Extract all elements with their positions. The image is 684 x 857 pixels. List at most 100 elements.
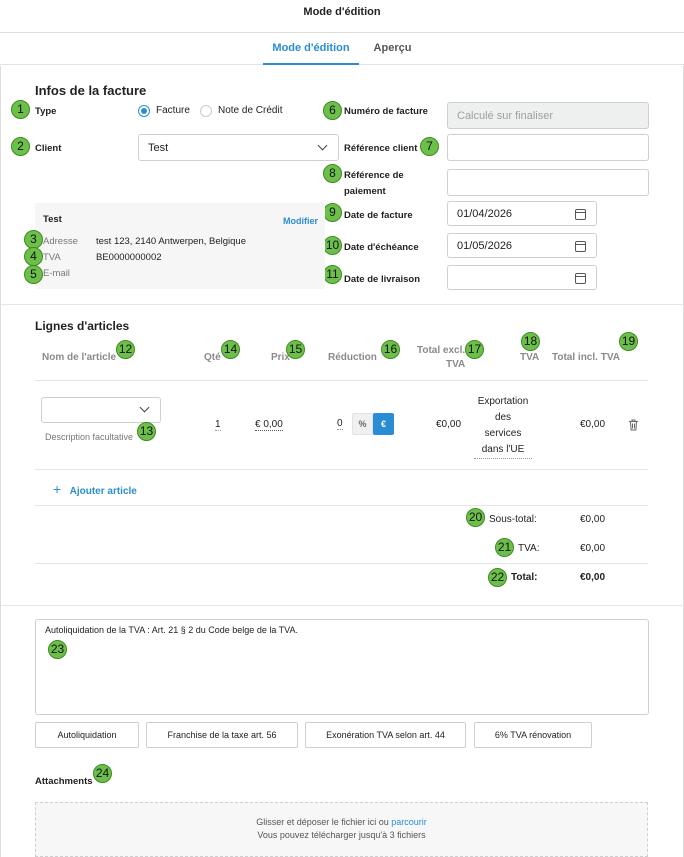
file-dropzone[interactable]: Glisser et déposer le fichier ici ou par… (35, 802, 648, 857)
grand-total-value: €0,00 (580, 572, 606, 583)
add-article-button[interactable]: + Ajouter article (53, 481, 137, 497)
badge-24: 24 (93, 764, 112, 783)
plus-icon: + (53, 481, 62, 497)
payment-reference-label-1: Référence de (344, 170, 404, 181)
badge-4: 4 (24, 247, 43, 266)
badge-23: 23 (48, 640, 67, 659)
qty-field[interactable]: 1 (215, 419, 221, 431)
col-qty: Qté (204, 352, 221, 363)
row-vat-line-2: des (494, 412, 512, 423)
reverse-charge-button[interactable]: Autoliquidation (35, 722, 139, 748)
vat-total-value: €0,00 (580, 543, 606, 554)
row-total-incl: €0,00 (580, 419, 606, 430)
client-vat-label: TVA (43, 252, 61, 263)
client-address-label: Adresse (43, 236, 78, 247)
badge-13: 13 (137, 422, 156, 441)
calendar-icon[interactable] (575, 209, 586, 220)
badge-12: 12 (116, 340, 135, 359)
calendar-icon[interactable] (575, 241, 586, 252)
dropzone-limit: Vous pouvez télécharger jusqu'à 3 fichie… (257, 830, 426, 840)
payment-reference-field[interactable] (447, 169, 649, 196)
subtotal-label: Sous-total: (489, 514, 537, 525)
client-select-value: Test (148, 141, 169, 154)
badge-2: 2 (11, 137, 30, 156)
article-select[interactable] (41, 397, 161, 423)
add-article-label: Ajouter article (69, 486, 137, 497)
client-card-name: Test (43, 214, 62, 225)
badge-15: 15 (286, 340, 305, 359)
badge-8: 8 (323, 164, 342, 183)
row-vat-line-1: Exportation (477, 396, 529, 407)
radio-credit-note-label[interactable]: Note de Crédit (218, 105, 282, 116)
dropzone-line-1: Glisser et déposer le fichier ici ou par… (36, 817, 647, 827)
notes-text: Autoliquidation de la TVA : Art. 21 § 2 … (45, 625, 299, 635)
badge-6: 6 (323, 101, 342, 120)
page-header: Mode d'édition (0, 0, 684, 33)
due-date-field[interactable]: 01/05/2026 (447, 233, 597, 258)
totals-divider (35, 505, 648, 506)
radio-credit-note[interactable] (200, 105, 212, 117)
client-label: Client (35, 143, 62, 154)
calendar-icon[interactable] (575, 273, 586, 284)
divider (1, 304, 683, 305)
grand-total-divider (35, 563, 648, 564)
page-title: Mode d'édition (303, 6, 381, 18)
chevron-down-icon (139, 402, 150, 413)
subtotal-value: €0,00 (580, 514, 606, 525)
badge-21: 21 (495, 538, 514, 557)
tax-exemption-art56-button[interactable]: Franchise de la taxe art. 56 (146, 722, 298, 748)
discount-euro-toggle[interactable]: € (373, 413, 394, 435)
badge-17: 17 (465, 340, 484, 359)
invoice-info-title: Infos de la facture (35, 83, 147, 98)
dropzone-text: Glisser et déposer le fichier ici ou (256, 817, 392, 827)
discount-percent-toggle[interactable]: % (352, 413, 373, 435)
col-total-incl: Total incl. TVA (552, 352, 620, 363)
badge-14: 14 (221, 340, 240, 359)
description-field[interactable]: Description facultative (45, 432, 133, 442)
badge-5: 5 (24, 265, 43, 284)
type-label: Type (35, 106, 57, 117)
browse-link[interactable]: parcourir (391, 817, 427, 827)
badge-19: 19 (619, 332, 638, 351)
tab-edit-mode[interactable]: Mode d'édition (263, 33, 359, 65)
divider (1, 605, 683, 606)
renovation-vat-button[interactable]: 6% TVA rénovation (474, 722, 592, 748)
table-divider (35, 380, 648, 381)
price-field[interactable]: € 0,00 (255, 419, 283, 431)
badge-18: 18 (521, 332, 540, 351)
vat-exemption-art44-button[interactable]: Exonération TVA selon art. 44 (305, 722, 466, 748)
radio-invoice[interactable] (138, 105, 150, 117)
row-vat-line-4: dans l'UE (481, 444, 525, 455)
badge-22: 22 (488, 568, 507, 587)
delivery-date-field[interactable] (447, 265, 597, 290)
invoice-number-label: Numéro de facture (344, 106, 428, 117)
badge-20: 20 (466, 508, 485, 527)
client-email-label: E-mail (43, 268, 70, 279)
invoice-number-field: Calculé sur finaliser (447, 102, 649, 129)
invoice-date-field[interactable]: 01/04/2026 (447, 201, 597, 226)
row-divider (35, 469, 648, 470)
badge-9: 9 (323, 203, 342, 222)
discount-field[interactable]: 0 (337, 418, 343, 430)
radio-invoice-label[interactable]: Facture (156, 105, 190, 116)
client-edit-link[interactable]: Modifier (283, 216, 318, 226)
client-reference-field[interactable] (447, 134, 649, 161)
notes-textarea[interactable]: Autoliquidation de la TVA : Art. 21 § 2 … (35, 619, 649, 715)
client-select[interactable]: Test (138, 134, 339, 161)
row-vat-select[interactable]: Exportation des services dans l'UE (474, 394, 532, 459)
invoice-number-placeholder: Calculé sur finaliser (457, 109, 553, 122)
row-vat-line-3: services (484, 428, 522, 439)
attachments-title: Attachments (35, 776, 93, 787)
line-items-title: Lignes d'articles (35, 319, 130, 333)
col-total-excl-vat: TVA (446, 359, 466, 370)
tab-bar: Mode d'édition Aperçu (0, 33, 684, 65)
delivery-date-label: Date de livraison (344, 274, 421, 285)
col-article-name: Nom de l'article (42, 352, 117, 363)
client-address-value: test 123, 2140 Antwerpen, Belgique (96, 236, 247, 247)
trash-icon[interactable] (628, 419, 639, 431)
tab-preview[interactable]: Aperçu (365, 33, 420, 65)
vat-total-label: TVA: (518, 543, 540, 554)
badge-10: 10 (323, 236, 342, 255)
due-date-value: 01/05/2026 (457, 239, 513, 252)
badge-16: 16 (381, 340, 400, 359)
